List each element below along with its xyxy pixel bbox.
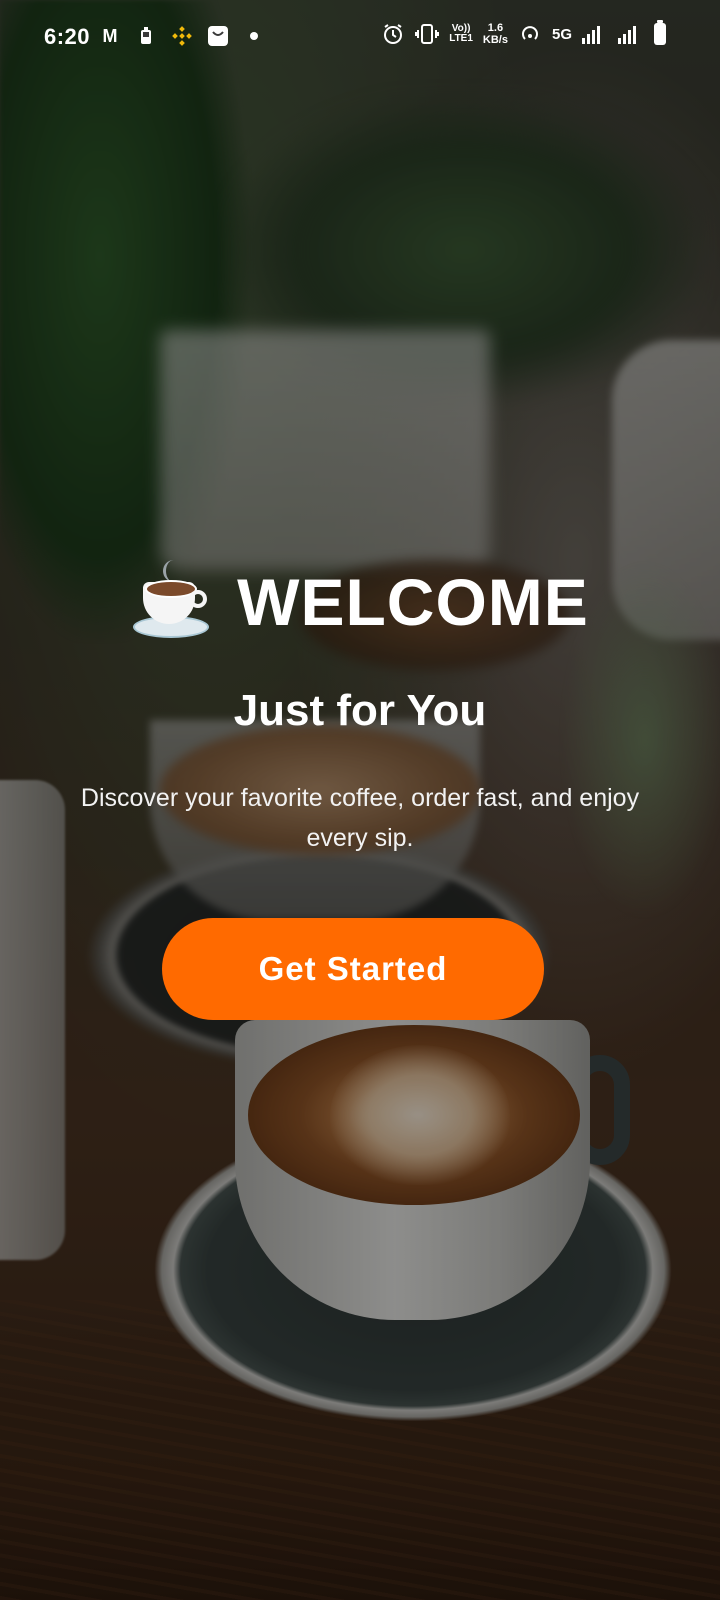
5g-signal-icon (582, 24, 600, 44)
alarm-icon (381, 22, 405, 46)
welcome-subtitle: Just for You (233, 686, 487, 735)
notification-icons: M (98, 24, 266, 48)
shopping-bag-icon (206, 24, 230, 48)
hotspot-icon (518, 22, 542, 46)
welcome-description: Discover your favorite coffee, order fas… (80, 784, 640, 852)
signal-icon (618, 24, 636, 44)
welcome-screen: 6:20 M Vo)) LTE1 1.6 KB/s 5G WELCOME Jus… (0, 0, 720, 1600)
volte-icon: Vo)) LTE1 (449, 24, 473, 44)
welcome-title: WELCOME (237, 565, 589, 639)
coffee-cup-icon (131, 560, 215, 644)
battery-saver-icon (134, 24, 158, 48)
welcome-heading: WELCOME (0, 560, 720, 644)
data-speed: 1.6 KB/s (483, 22, 508, 46)
lte-label: LTE1 (449, 33, 473, 44)
binance-icon (170, 24, 194, 48)
status-bar: 6:20 M Vo)) LTE1 1.6 KB/s 5G (0, 0, 720, 76)
get-started-button[interactable]: Get Started (162, 918, 544, 1020)
vibrate-icon (415, 22, 440, 46)
speed-value: 1.6 (487, 22, 504, 34)
dot-icon (242, 24, 266, 48)
battery-icon (654, 20, 666, 45)
gmail-icon: M (102, 25, 118, 46)
speed-unit: KB/s (482, 34, 508, 46)
status-time: 6:20 (44, 24, 91, 49)
system-icons: Vo)) LTE1 1.6 KB/s 5G (381, 20, 666, 46)
5g-label: 5G (551, 25, 572, 43)
